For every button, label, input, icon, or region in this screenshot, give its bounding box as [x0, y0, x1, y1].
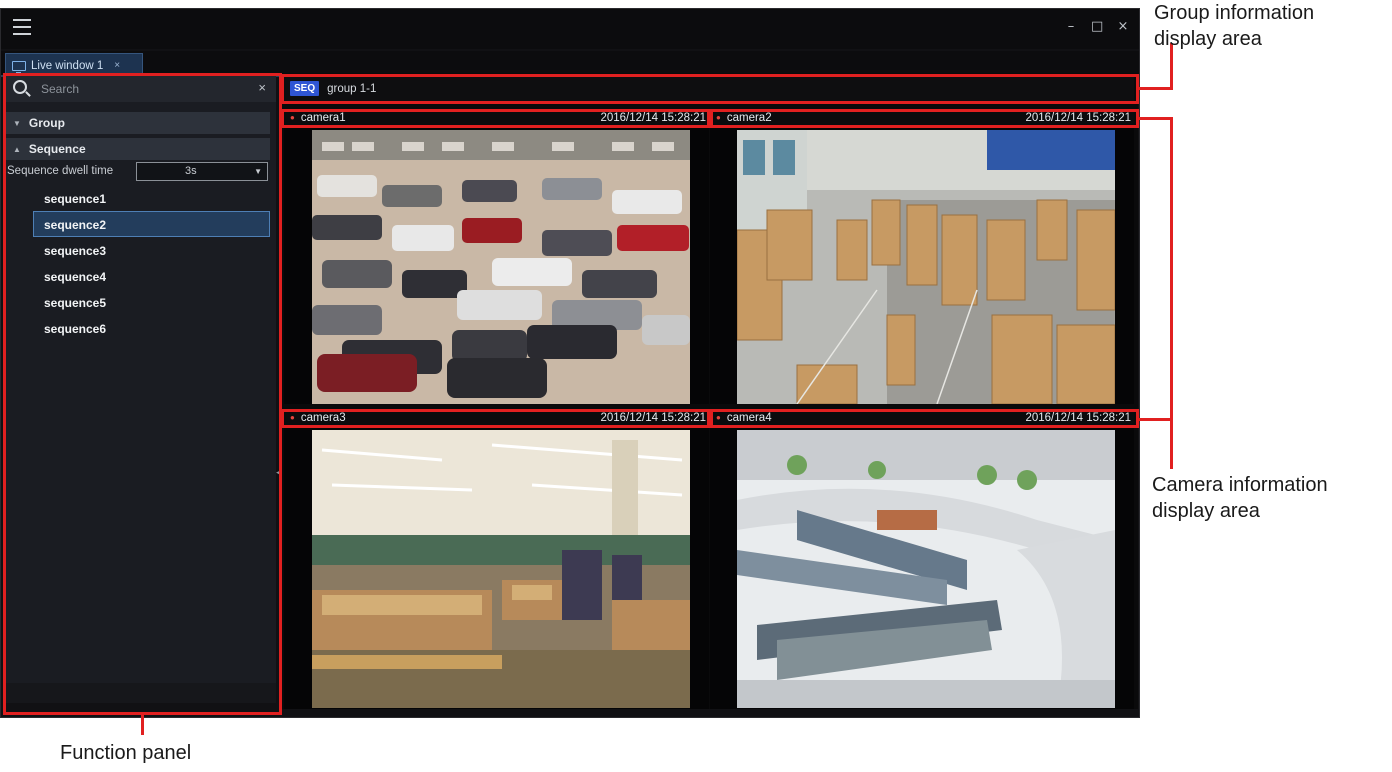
camera1-info-highlight	[281, 109, 710, 128]
camera-video[interactable]	[737, 430, 1115, 708]
group-callout-line	[1139, 87, 1173, 90]
minimize-button[interactable]: –	[1065, 19, 1077, 34]
camera-callout-line	[1170, 117, 1173, 469]
callout-text: display area	[1152, 500, 1260, 522]
window-controls: – □ ×	[1065, 19, 1129, 34]
camera-callout-line	[1139, 117, 1173, 120]
camera-tile-4[interactable]: ● camera4 2016/12/14 15:28:21	[710, 409, 1134, 709]
function-callout-line	[141, 715, 144, 735]
menu-icon[interactable]	[13, 19, 31, 35]
maximize-button[interactable]: □	[1091, 19, 1103, 34]
shopping-mall-image	[737, 430, 1115, 708]
camera4-info-highlight	[710, 409, 1139, 428]
close-button[interactable]: ×	[1117, 19, 1129, 34]
title-bar: – □ ×	[1, 9, 1139, 49]
tab-label: Live window 1	[31, 59, 104, 72]
camera2-info-highlight	[710, 109, 1139, 128]
group-info-highlight	[281, 74, 1139, 104]
function-panel-highlight	[3, 73, 282, 715]
callout-text: Group information	[1154, 2, 1315, 24]
camera-tile-2[interactable]: ● camera2 2016/12/14 15:28:21	[710, 109, 1134, 404]
supermarket-image	[312, 430, 690, 708]
callout-text: Camera information	[1152, 474, 1328, 496]
camera-video[interactable]	[312, 130, 690, 404]
callout-text: Function panel	[60, 742, 192, 764]
camera-tile-1[interactable]: ● camera1 2016/12/14 15:28:21	[284, 109, 709, 404]
live-view-area: SEQ group 1-1 ● camera1 2016/12/14 15:28…	[282, 73, 1138, 709]
camera-video[interactable]	[737, 130, 1115, 404]
group-info-callout: Group information display area	[1154, 0, 1314, 52]
camera-tile-3[interactable]: ● camera3 2016/12/14 15:28:21	[284, 409, 709, 709]
callout-text: display area	[1154, 28, 1262, 50]
tab-close-icon[interactable]: ×	[114, 60, 120, 71]
function-panel-callout: Function panel	[60, 740, 191, 766]
camera-info-callout: Camera information display area	[1152, 472, 1328, 524]
warehouse-image	[737, 130, 1115, 404]
monitor-icon	[12, 60, 26, 74]
camera3-info-highlight	[281, 409, 710, 428]
camera-video[interactable]	[312, 430, 690, 708]
stage: – □ × Live window 1 × × ▼ Group ▲ Sequen…	[0, 0, 1392, 772]
parking-lot-image	[312, 130, 690, 404]
camera-callout-line	[1139, 418, 1173, 421]
